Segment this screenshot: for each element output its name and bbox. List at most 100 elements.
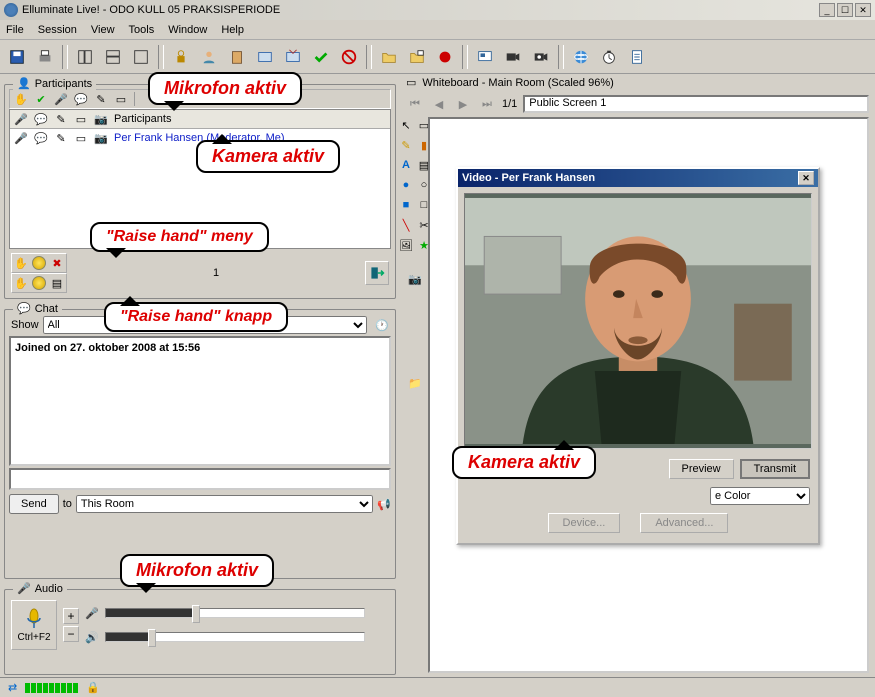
annotation-mic-top: Mikrofon aktiv (148, 72, 302, 105)
chat-input[interactable] (9, 468, 391, 490)
device-button[interactable]: Device... (548, 513, 621, 533)
folder-tool[interactable]: 📁 (407, 375, 423, 391)
prev-page-button[interactable]: ◀ (430, 95, 448, 113)
webcam-button[interactable] (528, 44, 554, 70)
talk-button[interactable]: Ctrl+F2 (11, 600, 57, 650)
layout3-button[interactable] (128, 44, 154, 70)
mic-panel-icon: 🎤 (17, 582, 31, 595)
next-page-button[interactable]: ▶ (454, 95, 472, 113)
video-button[interactable] (500, 44, 526, 70)
annotation-raise-menu: "Raise hand" meny (90, 222, 269, 252)
timer-button[interactable] (596, 44, 622, 70)
whiteboard-canvas[interactable]: Video - Per Frank Hansen ✕ (428, 117, 869, 673)
annotation-cam-top: Kamera aktiv (196, 140, 340, 173)
mic-level-bar[interactable] (105, 608, 365, 618)
menu-window[interactable]: Window (168, 24, 207, 36)
lock-icon: 🔒 (86, 681, 100, 694)
send-button[interactable]: Send (9, 494, 59, 514)
last-page-button[interactable]: ⏭ (478, 95, 496, 113)
close-button[interactable]: ✕ (855, 3, 871, 17)
tool-folder-button[interactable] (376, 44, 402, 70)
video-window[interactable]: Video - Per Frank Hansen ✕ (456, 167, 820, 545)
tool-paste-button[interactable] (224, 44, 250, 70)
filled-rect-tool[interactable]: ■ (398, 197, 414, 213)
text-tool[interactable]: A (398, 157, 414, 173)
video-titlebar[interactable]: Video - Per Frank Hansen ✕ (458, 169, 818, 187)
mic-level-icon: 🎤 (85, 606, 99, 620)
minimize-button[interactable]: _ (819, 3, 835, 17)
col-chat-icon: 💬 (34, 112, 48, 126)
save-button[interactable] (4, 44, 30, 70)
row-mic-icon: 🎤 (14, 131, 28, 145)
menubar: File Session View Tools Window Help (0, 20, 875, 40)
menu-help[interactable]: Help (221, 24, 244, 36)
speaker-level-bar[interactable] (105, 632, 365, 642)
check-icon[interactable]: ✔ (34, 92, 48, 106)
filled-circle-tool[interactable]: ● (398, 177, 414, 193)
vol-up-button[interactable]: + (63, 608, 79, 624)
tool-group1-button[interactable] (252, 44, 278, 70)
color-select[interactable]: e Color (710, 487, 810, 505)
whiteboard-title: Whiteboard - Main Room (Scaled 96%) (422, 77, 613, 89)
tool-record-button[interactable] (432, 44, 458, 70)
web-button[interactable] (568, 44, 594, 70)
line-tool[interactable]: ╲ (398, 217, 414, 233)
layout1-button[interactable] (72, 44, 98, 70)
clock-icon[interactable]: 🕐 (375, 318, 389, 332)
participant-count: 1 (75, 267, 357, 279)
participants-panel: 👤Participants ✋ ✔ 🎤 💬 ✎ ▭ 🎤 💬 ✎ ▭ 📷 Part… (4, 84, 396, 299)
status-bar: ⇄ 🔒 (0, 677, 875, 697)
vol-down-button[interactable]: − (63, 626, 79, 642)
happy-face-button[interactable] (32, 256, 46, 270)
col-cam-icon: 📷 (94, 112, 108, 126)
tool-check-button[interactable] (308, 44, 334, 70)
pen-icon[interactable]: ✎ (94, 92, 108, 106)
chat-bubble-icon: 💬 (17, 302, 31, 315)
announce-icon[interactable]: 📢 (377, 497, 391, 511)
print-button[interactable] (32, 44, 58, 70)
sad-face-button[interactable] (32, 276, 46, 290)
file-button[interactable] (624, 44, 650, 70)
image-tool[interactable]: 🖼 (398, 237, 414, 253)
screen-name[interactable]: Public Screen 1 (523, 95, 869, 113)
menu-session[interactable]: Session (38, 24, 77, 36)
tool-group2-button[interactable] (280, 44, 306, 70)
hand-icon[interactable]: ✋ (14, 92, 28, 106)
raise-hand-button[interactable]: ✋ (14, 256, 28, 270)
first-page-button[interactable]: ⏮ (406, 95, 424, 113)
advanced-button[interactable]: Advanced... (640, 513, 728, 533)
chat-icon[interactable]: 💬 (74, 92, 88, 106)
menu-file[interactable]: File (6, 24, 24, 36)
chat-log[interactable]: Joined on 27. oktober 2008 at 15:56 (9, 336, 391, 466)
transmit-button[interactable]: Transmit (740, 459, 810, 479)
mic-icon[interactable]: 🎤 (54, 92, 68, 106)
menu-view[interactable]: View (91, 24, 115, 36)
participants-column-label: Participants (114, 113, 171, 125)
leave-button[interactable] (365, 261, 389, 285)
raise-hand2-button[interactable]: ✋ (14, 276, 28, 290)
pen-tool[interactable]: ✎ (398, 137, 414, 153)
tool-deny-button[interactable] (336, 44, 362, 70)
tool-lock-button[interactable] (168, 44, 194, 70)
tool-folder2-button[interactable] (404, 44, 430, 70)
tool-profile-button[interactable] (196, 44, 222, 70)
annotation-cam-right: Kamera aktiv (452, 446, 596, 479)
layout2-button[interactable] (100, 44, 126, 70)
to-select[interactable]: This Room (76, 495, 373, 513)
camera-tool[interactable]: 📷 (407, 271, 423, 287)
talk-shortcut: Ctrl+F2 (17, 632, 50, 643)
video-close-button[interactable]: ✕ (798, 171, 814, 185)
col-pen-icon: ✎ (54, 112, 68, 126)
video-title-text: Video - Per Frank Hansen (462, 172, 595, 184)
appshare-button[interactable] (472, 44, 498, 70)
clear-status-button[interactable]: ✖ (50, 256, 64, 270)
step-away-button[interactable]: ▤ (50, 276, 64, 290)
audio-panel: 🎤Audio Ctrl+F2 + − 🎤 (4, 589, 396, 675)
maximize-button[interactable]: ☐ (837, 3, 853, 17)
preview-button[interactable]: Preview (669, 459, 734, 479)
menu-tools[interactable]: Tools (129, 24, 155, 36)
to-label: to (63, 498, 72, 510)
chat-show-label: Show (11, 319, 39, 331)
pointer-tool[interactable]: ↖ (398, 117, 414, 133)
screen-icon[interactable]: ▭ (114, 92, 128, 106)
